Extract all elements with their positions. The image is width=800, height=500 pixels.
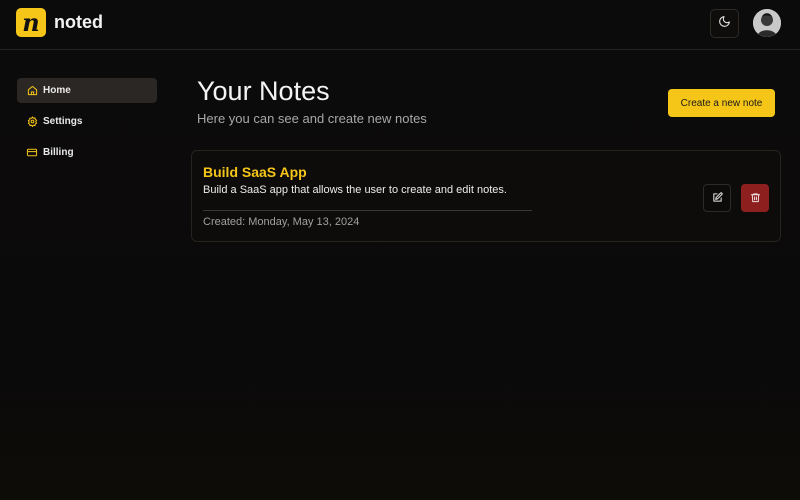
edit-icon xyxy=(712,191,723,206)
note-title: Build SaaS App xyxy=(203,164,307,180)
page-title: Your Notes xyxy=(197,76,330,106)
home-icon xyxy=(26,85,38,97)
edit-note-button[interactable] xyxy=(703,184,731,212)
gear-icon xyxy=(26,116,38,128)
credit-card-icon xyxy=(26,147,38,159)
note-created-date: Created: Monday, May 13, 2024 xyxy=(203,216,360,228)
sidebar-item-label: Billing xyxy=(43,147,74,158)
trash-icon xyxy=(750,191,761,206)
theme-toggle-button[interactable] xyxy=(710,9,739,38)
page-subtitle: Here you can see and create new notes xyxy=(197,111,427,126)
create-note-button[interactable]: Create a new note xyxy=(668,89,775,117)
note-card: Build SaaS App Build a SaaS app that all… xyxy=(191,150,781,242)
delete-note-button[interactable] xyxy=(741,184,769,212)
note-divider xyxy=(203,210,532,211)
sidebar-item-billing[interactable]: Billing xyxy=(17,140,157,165)
note-description: Build a SaaS app that allows the user to… xyxy=(203,184,507,196)
sidebar-item-settings[interactable]: Settings xyxy=(17,109,157,134)
sidebar-item-label: Settings xyxy=(43,116,83,127)
user-avatar[interactable] xyxy=(753,9,781,37)
moon-icon xyxy=(718,15,731,33)
app-logo[interactable]: n xyxy=(16,8,46,37)
sidebar-item-label: Home xyxy=(43,85,71,96)
app-name[interactable]: noted xyxy=(54,12,103,33)
top-bar: n noted xyxy=(0,0,800,50)
sidebar-item-home[interactable]: Home xyxy=(17,78,157,103)
